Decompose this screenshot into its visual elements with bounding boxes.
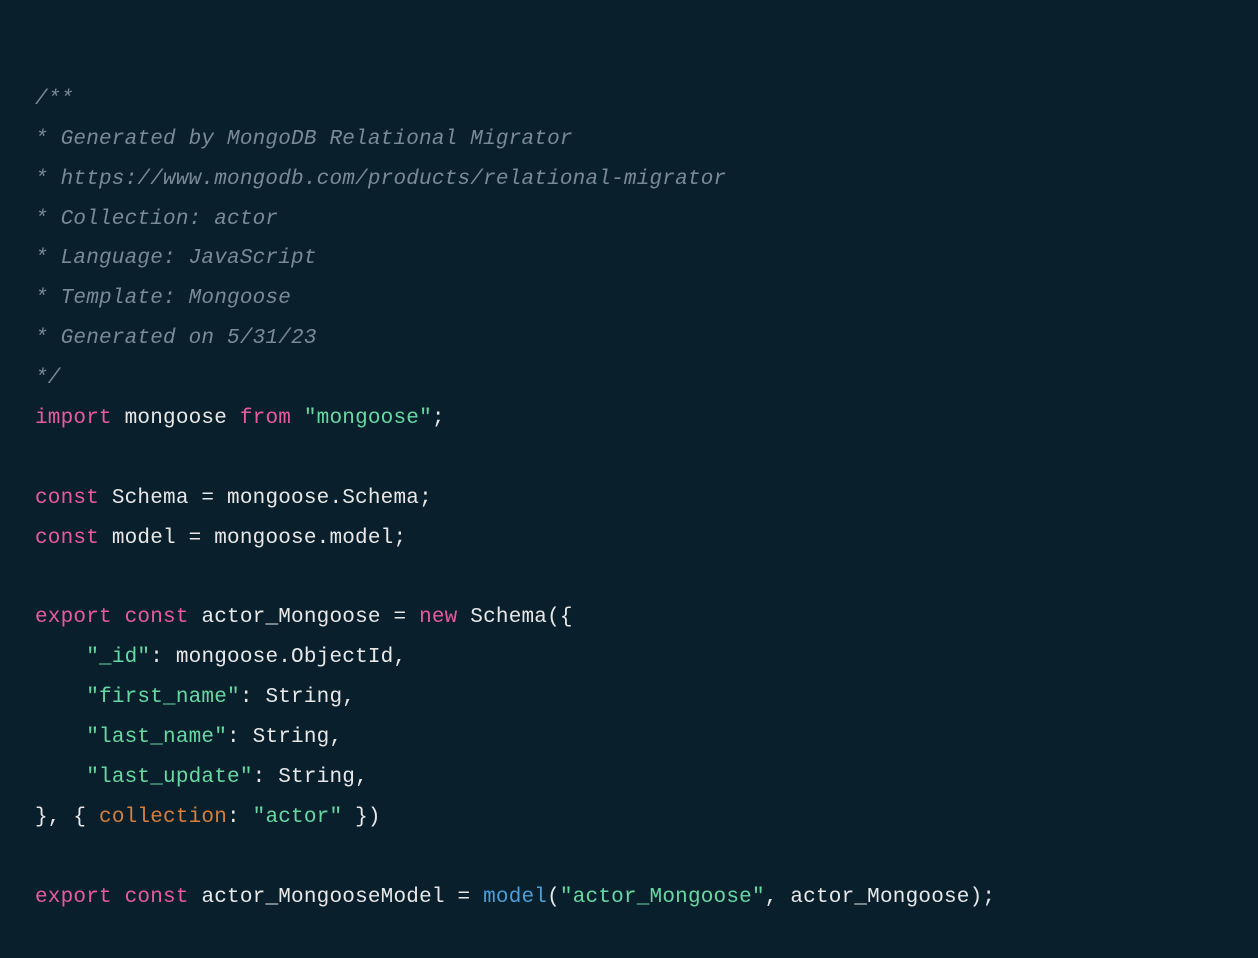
space <box>112 606 125 629</box>
semicolon: ; <box>432 407 445 430</box>
code-text: Schema({ <box>457 606 572 629</box>
punct: : <box>227 806 253 829</box>
code-text: : mongoose.ObjectId, <box>150 646 406 669</box>
code-text: : String, <box>240 686 355 709</box>
keyword-export: export <box>35 606 112 629</box>
identifier: actor_MongooseModel = <box>189 886 483 909</box>
code-text: , actor_Mongoose); <box>765 886 995 909</box>
comment-line: */ <box>35 367 61 390</box>
keyword-const: const <box>35 487 99 510</box>
function-call: model <box>483 886 547 909</box>
identifier: actor_Mongoose = <box>189 606 419 629</box>
code-line: "last_update": String, <box>35 766 368 789</box>
comment-line: * Template: Mongoose <box>35 287 291 310</box>
keyword-export: export <box>35 886 112 909</box>
string-key: "last_name" <box>86 726 227 749</box>
code-line: export const actor_MongooseModel = model… <box>35 886 995 909</box>
keyword-import: import <box>35 407 112 430</box>
keyword-const: const <box>125 606 189 629</box>
keyword-const: const <box>125 886 189 909</box>
indent <box>35 726 86 749</box>
code-line: }, { collection: "actor" }) <box>35 806 381 829</box>
string-literal: "actor" <box>253 806 343 829</box>
code-line: "first_name": String, <box>35 686 355 709</box>
comment-line: * https://www.mongodb.com/products/relat… <box>35 168 726 191</box>
code-line: const Schema = mongoose.Schema; <box>35 487 432 510</box>
keyword-from: from <box>240 407 291 430</box>
string-literal: "actor_Mongoose" <box>560 886 765 909</box>
keyword-new: new <box>419 606 457 629</box>
code-line: export const actor_Mongoose = new Schema… <box>35 606 573 629</box>
string-key: "_id" <box>86 646 150 669</box>
code-text: }) <box>342 806 380 829</box>
identifier: mongoose <box>112 407 240 430</box>
comment-line: * Generated by MongoDB Relational Migrat… <box>35 128 573 151</box>
space <box>291 407 304 430</box>
comment-line: * Generated on 5/31/23 <box>35 327 317 350</box>
string-key: "last_update" <box>86 766 252 789</box>
code-text: model = mongoose.model; <box>99 527 406 550</box>
comment-line: * Collection: actor <box>35 208 278 231</box>
keyword-const: const <box>35 527 99 550</box>
indent <box>35 766 86 789</box>
code-line: const model = mongoose.model; <box>35 527 406 550</box>
comment-line: /** <box>35 88 73 111</box>
code-line: "last_name": String, <box>35 726 342 749</box>
code-line: import mongoose from "mongoose"; <box>35 407 445 430</box>
space <box>112 886 125 909</box>
indent <box>35 686 86 709</box>
indent <box>35 646 86 669</box>
code-line: "_id": mongoose.ObjectId, <box>35 646 406 669</box>
code-text: : String, <box>227 726 342 749</box>
code-text: }, { <box>35 806 99 829</box>
comment-line: * Language: JavaScript <box>35 247 317 270</box>
string-key: "first_name" <box>86 686 240 709</box>
code-block: /** * Generated by MongoDB Relational Mi… <box>35 40 1223 918</box>
code-text: : String, <box>253 766 368 789</box>
paren: ( <box>547 886 560 909</box>
string-literal: "mongoose" <box>304 407 432 430</box>
property-name: collection <box>99 806 227 829</box>
code-text: Schema = mongoose.Schema; <box>99 487 432 510</box>
